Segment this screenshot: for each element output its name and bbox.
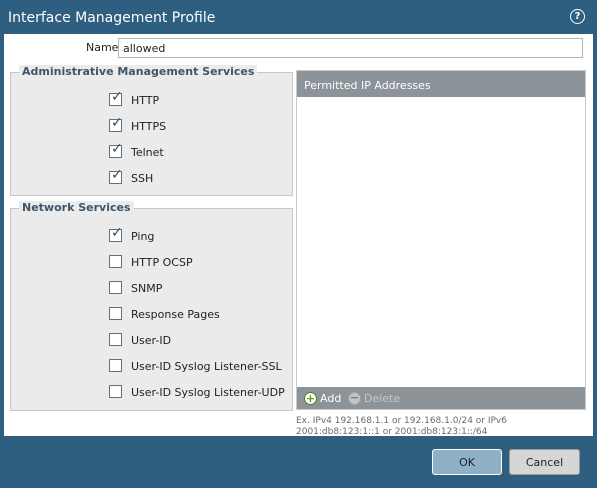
telnet-label: Telnet <box>131 146 164 159</box>
snmp-checkbox[interactable] <box>109 281 122 294</box>
user-id-syslog-udp-label: User-ID Syslog Listener-UDP <box>131 386 285 399</box>
user-id-syslog-ssl-checkbox[interactable] <box>109 359 122 372</box>
telnet-checkbox[interactable]: ✓ <box>109 141 123 158</box>
delete-label: Delete <box>364 392 401 405</box>
http-label: HTTP <box>131 94 160 107</box>
permitted-ip-panel: Permitted IP Addresses + Add − Delete <box>296 70 586 410</box>
checkmark-icon: ✓ <box>111 115 123 131</box>
dialog-title: Interface Management Profile <box>8 10 216 26</box>
https-label: HTTPS <box>131 120 167 133</box>
admin-services-legend: Administrative Management Services <box>19 65 258 78</box>
user-id-label: User-ID <box>131 334 172 347</box>
ssh-label: SSH <box>131 172 154 185</box>
http-ocsp-label: HTTP OCSP <box>131 256 193 269</box>
admin-services-group: Administrative Management Services ✓ HTT… <box>10 65 293 196</box>
response-pages-label: Response Pages <box>131 308 220 321</box>
delete-icon: − <box>348 391 361 405</box>
checkmark-icon: ✓ <box>111 225 123 241</box>
user-id-checkbox[interactable] <box>109 333 122 346</box>
ip-format-hint: Ex. IPv4 192.168.1.1 or 192.168.1.0/24 o… <box>296 416 507 437</box>
network-services-legend: Network Services <box>19 201 134 214</box>
network-services-group: Network Services ✓ Ping HTTP OCSP SNMP R… <box>10 201 293 411</box>
checkmark-icon: ✓ <box>111 89 123 105</box>
ok-button[interactable]: OK <box>432 449 502 475</box>
ssh-checkbox[interactable]: ✓ <box>109 167 123 184</box>
user-id-syslog-ssl-label: User-ID Syslog Listener-SSL <box>131 360 282 373</box>
permitted-ip-toolbar: + Add − Delete <box>297 387 585 409</box>
ping-checkbox[interactable]: ✓ <box>109 225 123 242</box>
add-icon: + <box>304 392 317 405</box>
permitted-ip-list[interactable] <box>297 97 585 387</box>
checkmark-icon: ✓ <box>111 141 123 157</box>
dialog-title-bar[interactable]: Interface Management Profile ? <box>0 0 597 34</box>
https-checkbox[interactable]: ✓ <box>109 115 123 132</box>
http-ocsp-checkbox[interactable] <box>109 255 122 268</box>
permitted-ip-header: Permitted IP Addresses <box>297 71 585 97</box>
http-checkbox[interactable]: ✓ <box>109 89 123 106</box>
cancel-button[interactable]: Cancel <box>509 449 580 475</box>
add-label: Add <box>320 392 342 405</box>
user-id-syslog-udp-checkbox[interactable] <box>109 385 122 398</box>
ping-label: Ping <box>131 230 155 243</box>
name-label: Name <box>86 41 119 54</box>
response-pages-checkbox[interactable] <box>109 307 122 320</box>
checkmark-icon: ✓ <box>111 167 123 183</box>
permitted-ip-header-label: Permitted IP Addresses <box>304 79 431 92</box>
snmp-label: SNMP <box>131 282 163 295</box>
name-input[interactable] <box>118 38 583 58</box>
help-icon[interactable]: ? <box>570 9 585 24</box>
dialog-content: Name Administrative Management Services … <box>4 34 593 437</box>
